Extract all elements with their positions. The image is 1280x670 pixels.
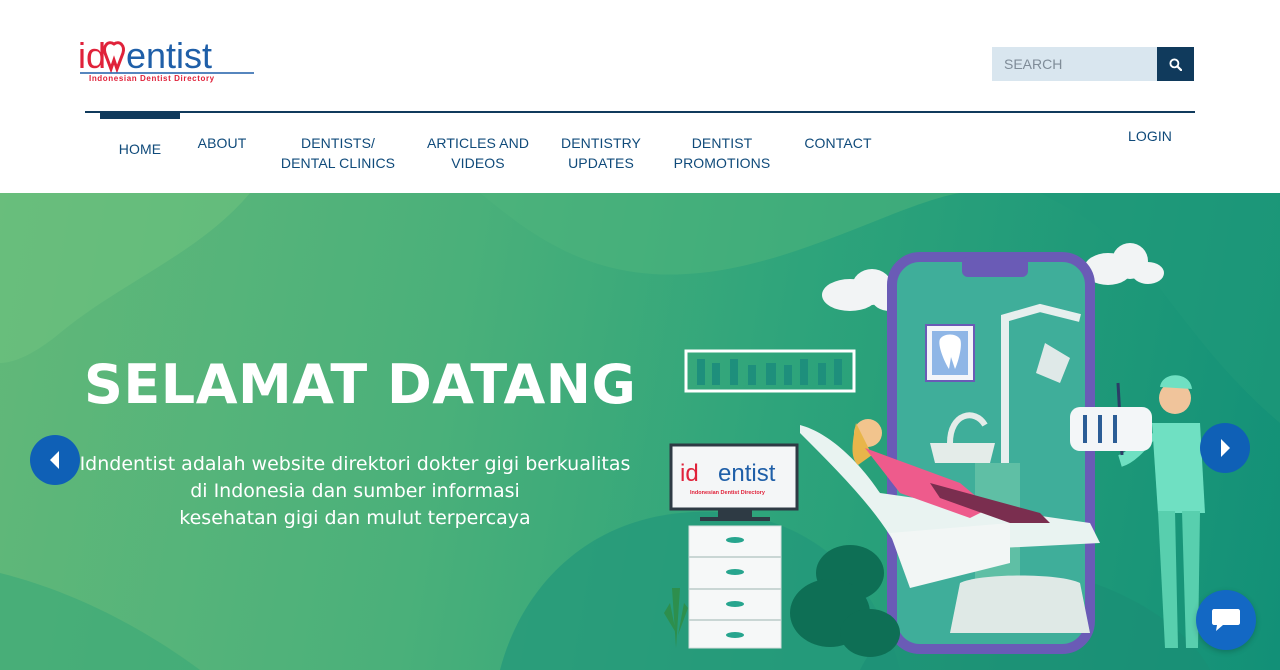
- hero-title: SELAMAT DATANG: [84, 353, 637, 416]
- nav-label-line2: DENTAL CLINICS: [280, 155, 396, 171]
- chat-bubble-icon: [1212, 609, 1240, 631]
- login-label: LOGIN: [1127, 128, 1173, 144]
- nav-item-dentist-promotions[interactable]: DENTIST PROMOTIONS: [667, 133, 777, 173]
- hero-subtitle-line: di Indonesia dan sumber informasi: [190, 480, 520, 502]
- nav-label: CONTACT: [804, 135, 872, 151]
- site-logo[interactable]: id entist Indonesian Dentist Directory: [78, 36, 258, 86]
- tooth-heart-icon: [103, 41, 125, 74]
- carousel-next-button[interactable]: [1200, 423, 1250, 473]
- caret-right-icon: [1221, 439, 1230, 457]
- site-header: id entist Indonesian Dentist Directory H…: [0, 0, 1280, 193]
- nav-label-line2: PROMOTIONS: [673, 155, 771, 171]
- nav-label-line1: ARTICLES AND: [426, 135, 530, 151]
- nav-item-home[interactable]: HOME: [110, 139, 170, 159]
- hero-background-illustration: id entist Indonesian Dentist Directory: [0, 193, 1280, 670]
- logo-wordmark-left: id: [78, 36, 106, 76]
- logo-wordmark-right: entist: [126, 36, 212, 76]
- nav-label-line1: DENTISTS/: [300, 135, 376, 151]
- search-button[interactable]: [1157, 47, 1194, 81]
- nav-label: HOME: [118, 141, 162, 157]
- hero-subtitle-line: Idndentist adalah website direktori dokt…: [79, 453, 631, 475]
- search-input[interactable]: [992, 47, 1157, 81]
- monitor-logo-left: id: [680, 460, 699, 487]
- nav-label-line2: UPDATES: [568, 155, 634, 171]
- nav-item-dentists[interactable]: DENTISTS/ DENTAL CLINICS: [273, 133, 403, 173]
- logo-graphic: id entist Indonesian Dentist Directory: [78, 36, 254, 83]
- hero-slider: id entist Indonesian Dentist Directory S…: [0, 193, 1280, 670]
- nav-label-line2: VIDEOS: [451, 155, 505, 171]
- search-bar: [992, 47, 1194, 81]
- caret-left-icon: [50, 451, 59, 469]
- nav-label: ABOUT: [197, 135, 247, 151]
- nav-label-line1: DENTISTRY: [561, 135, 641, 151]
- login-link[interactable]: LOGIN: [1120, 126, 1180, 146]
- nav-divider: [85, 111, 1195, 113]
- search-icon: [1169, 57, 1182, 71]
- drawer-cabinet: [688, 525, 782, 649]
- hero-subtitle-line: kesehatan gigi dan mulut terpercaya: [179, 507, 531, 529]
- nav-label-line1: DENTIST: [691, 135, 753, 151]
- nav-item-dentistry-updates[interactable]: DENTISTRY UPDATES: [556, 133, 646, 173]
- hero-subtitle: Idndentist adalah website direktori dokt…: [60, 451, 650, 532]
- logo-tagline: Indonesian Dentist Directory: [89, 74, 215, 83]
- carousel-prev-button[interactable]: [30, 435, 80, 485]
- monitor-logo-tagline: Indonesian Dentist Directory: [690, 490, 766, 496]
- nav-item-about[interactable]: ABOUT: [190, 133, 254, 153]
- nav-item-contact[interactable]: CONTACT: [798, 133, 878, 153]
- monitor-logo-right: entist: [718, 460, 776, 487]
- nav-item-articles[interactable]: ARTICLES AND VIDEOS: [420, 133, 536, 173]
- chat-widget-button[interactable]: [1196, 590, 1256, 650]
- nav-active-indicator: [100, 113, 180, 119]
